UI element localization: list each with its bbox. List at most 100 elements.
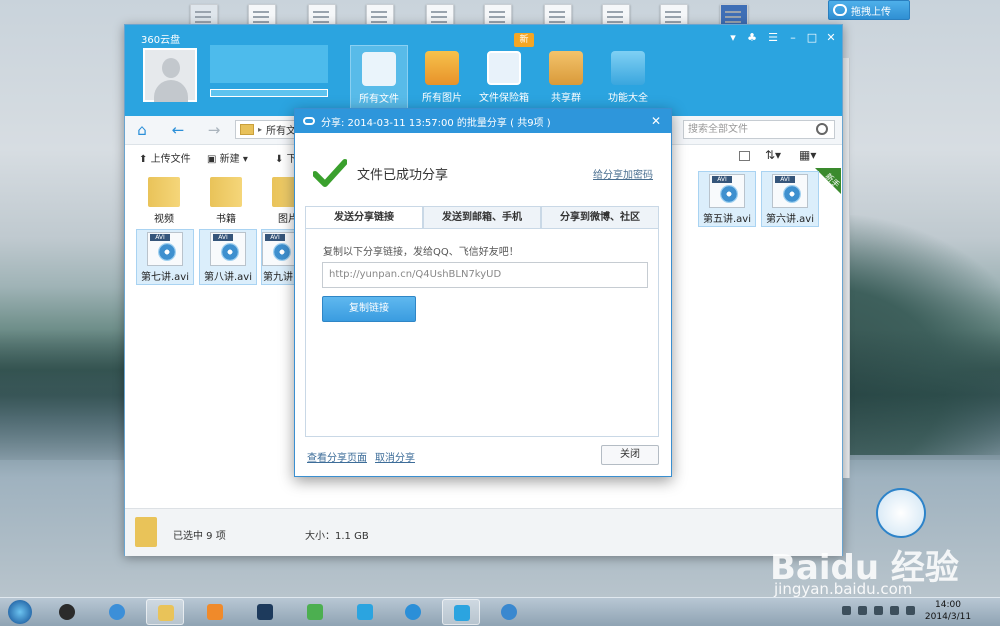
safe-icon — [487, 51, 521, 85]
breadcrumb: 所有文 — [266, 126, 297, 137]
nav-file-vault[interactable]: 文件保险箱 — [475, 45, 533, 111]
drag-upload-button[interactable]: 拖拽上传 — [828, 0, 910, 20]
preview-pane-icon[interactable] — [739, 151, 750, 161]
tab-panel: 复制以下分享链接，发给QQ、飞信好友吧！ http://yunpan.cn/Q4… — [305, 228, 659, 437]
close-icon[interactable]: ✕ — [651, 114, 661, 128]
tray-arrow-icon[interactable] — [842, 606, 851, 615]
upload-button[interactable]: ⬆ 上传文件 — [139, 150, 191, 165]
view-share-page-link[interactable]: 查看分享页面 — [307, 449, 367, 464]
sort-icon[interactable]: ⇅▾ — [765, 148, 781, 162]
folder-icon — [210, 177, 242, 207]
view-mode-icon[interactable]: ▦▾ — [799, 148, 816, 162]
upload-icon: ⬆ — [139, 154, 148, 165]
share-tabs: 发送分享链接 发送到邮箱、手机 分享到微博、社区 — [305, 206, 659, 229]
tab-send-email[interactable]: 发送到邮箱、手机 — [423, 206, 541, 228]
minimize-icon[interactable]: – — [786, 31, 800, 44]
qq-taskbar-button[interactable] — [48, 599, 86, 625]
selected-count: 已选中 9 项 — [173, 531, 226, 542]
video-file-icon: AVI — [147, 232, 183, 266]
dialog-header: 分享: 2014-03-11 13:57:00 的批量分享 ( 共9项 ) ✕ — [295, 109, 671, 133]
home-icon[interactable]: ⌂ — [131, 120, 153, 140]
nav-share-group[interactable]: 共享群 — [537, 45, 595, 111]
folder-icon — [148, 177, 180, 207]
file-name: 第七讲.avi — [140, 272, 189, 283]
nav-label: 功能大全 — [608, 93, 648, 104]
new-label: 新建 — [219, 154, 240, 165]
yunpan-sync-taskbar-button[interactable] — [394, 599, 432, 625]
file-name: 视频 — [154, 214, 174, 225]
skin-icon[interactable]: ♣ — [745, 31, 759, 44]
share-link-field[interactable]: http://yunpan.cn/Q4UshBLN7kyUD — [322, 262, 648, 288]
window-header: 360云盘 所有文件 所有图片 文件保险箱 共享群 功能大全 新 ▾ ♣ ☰ –… — [125, 25, 842, 116]
folder-item[interactable]: 书籍 — [197, 171, 255, 227]
taskbar: 14:00 2014/3/11 — [0, 597, 1000, 626]
system-clock[interactable]: 14:00 2014/3/11 — [918, 599, 978, 623]
video-file-icon: AVI — [210, 232, 246, 266]
nav-label: 所有图片 — [422, 93, 462, 104]
file-name: 第九讲 — [263, 272, 293, 283]
cloud-icon — [833, 4, 847, 16]
tab-share-weibo[interactable]: 分享到微博、社区 — [541, 206, 659, 228]
chevron-down-icon: ▾ — [242, 154, 248, 165]
action-center-icon[interactable] — [858, 606, 867, 615]
copy-link-button[interactable]: 复制链接 — [322, 296, 416, 322]
network-icon[interactable] — [874, 606, 883, 615]
ie-taskbar-button[interactable] — [98, 599, 136, 625]
add-password-link[interactable]: 给分享加密码 — [593, 166, 653, 181]
file-name: 书籍 — [216, 214, 236, 225]
image-icon — [425, 51, 459, 85]
drag-upload-label: 拖拽上传 — [851, 6, 891, 18]
avi-file-item[interactable]: AVI 第六讲.avi — [761, 171, 819, 227]
file-name: 第六讲.avi — [765, 214, 814, 225]
forward-icon[interactable]: → — [203, 120, 225, 140]
app-title: 360云盘 — [141, 35, 181, 46]
storage-quota-bar — [210, 89, 328, 97]
tab-send-link[interactable]: 发送分享链接 — [305, 206, 423, 228]
avi-file-item[interactable]: AVI 第七讲.avi — [136, 229, 194, 285]
settings-menu-icon[interactable]: ☰ — [766, 31, 780, 44]
video-file-icon: AVI — [709, 174, 745, 208]
watermark-url: jingyan.baidu.com — [774, 580, 913, 598]
file-name: 第八讲.avi — [203, 272, 252, 283]
media-player-taskbar-button[interactable] — [196, 599, 234, 625]
success-row: 文件已成功分享 给分享加密码 — [313, 159, 653, 189]
back-icon[interactable]: ← — [167, 120, 189, 140]
avi-file-item[interactable]: AVI 第五讲.avi — [698, 171, 756, 227]
search-placeholder: 搜索全部文件 — [688, 124, 748, 135]
new-button[interactable]: ▣ 新建 ▾ — [207, 150, 248, 165]
search-input[interactable]: 搜索全部文件 — [683, 120, 835, 139]
dialog-title: 分享: 2014-03-11 13:57:00 的批量分享 ( 共9项 ) — [321, 117, 551, 129]
close-button[interactable]: 关闭 — [601, 445, 659, 465]
nav-label: 共享群 — [551, 93, 581, 104]
upload-label: 上传文件 — [150, 154, 191, 165]
folder-item[interactable]: 视频 — [135, 171, 193, 227]
nav-all-features[interactable]: 功能大全 — [599, 45, 657, 111]
yunpan-active-taskbar-button[interactable] — [442, 599, 480, 625]
success-message: 文件已成功分享 — [357, 168, 449, 183]
explorer-taskbar-button[interactable] — [146, 599, 184, 625]
nav-label: 文件保险箱 — [479, 93, 529, 104]
power-icon[interactable] — [906, 606, 915, 615]
volume-icon[interactable] — [890, 606, 899, 615]
clock-time: 14:00 — [935, 600, 961, 610]
file-name: 第五讲.avi — [702, 214, 751, 225]
app-taskbar-button[interactable] — [296, 599, 334, 625]
ribbon-label: 新手 — [823, 171, 842, 190]
avatar[interactable] — [143, 48, 197, 102]
avi-file-item[interactable]: AVI 第九讲 — [261, 229, 295, 285]
menu-arrow-icon[interactable]: ▾ — [726, 31, 740, 44]
group-icon — [549, 51, 583, 85]
folder-icon — [135, 517, 157, 547]
search-icon[interactable] — [816, 123, 828, 135]
video-file-icon: AVI — [262, 232, 294, 266]
bird-app-taskbar-button[interactable] — [490, 599, 528, 625]
photoshop-taskbar-button[interactable] — [246, 599, 284, 625]
yunpan-taskbar-button[interactable] — [346, 599, 384, 625]
nav-all-images[interactable]: 所有图片 — [413, 45, 471, 111]
maximize-icon[interactable]: □ — [805, 31, 819, 44]
cancel-share-link[interactable]: 取消分享 — [375, 449, 415, 464]
avi-file-item[interactable]: AVI 第八讲.avi — [199, 229, 257, 285]
start-button[interactable] — [4, 598, 36, 626]
nav-all-files[interactable]: 所有文件 — [350, 45, 408, 111]
close-icon[interactable]: ✕ — [824, 31, 838, 44]
